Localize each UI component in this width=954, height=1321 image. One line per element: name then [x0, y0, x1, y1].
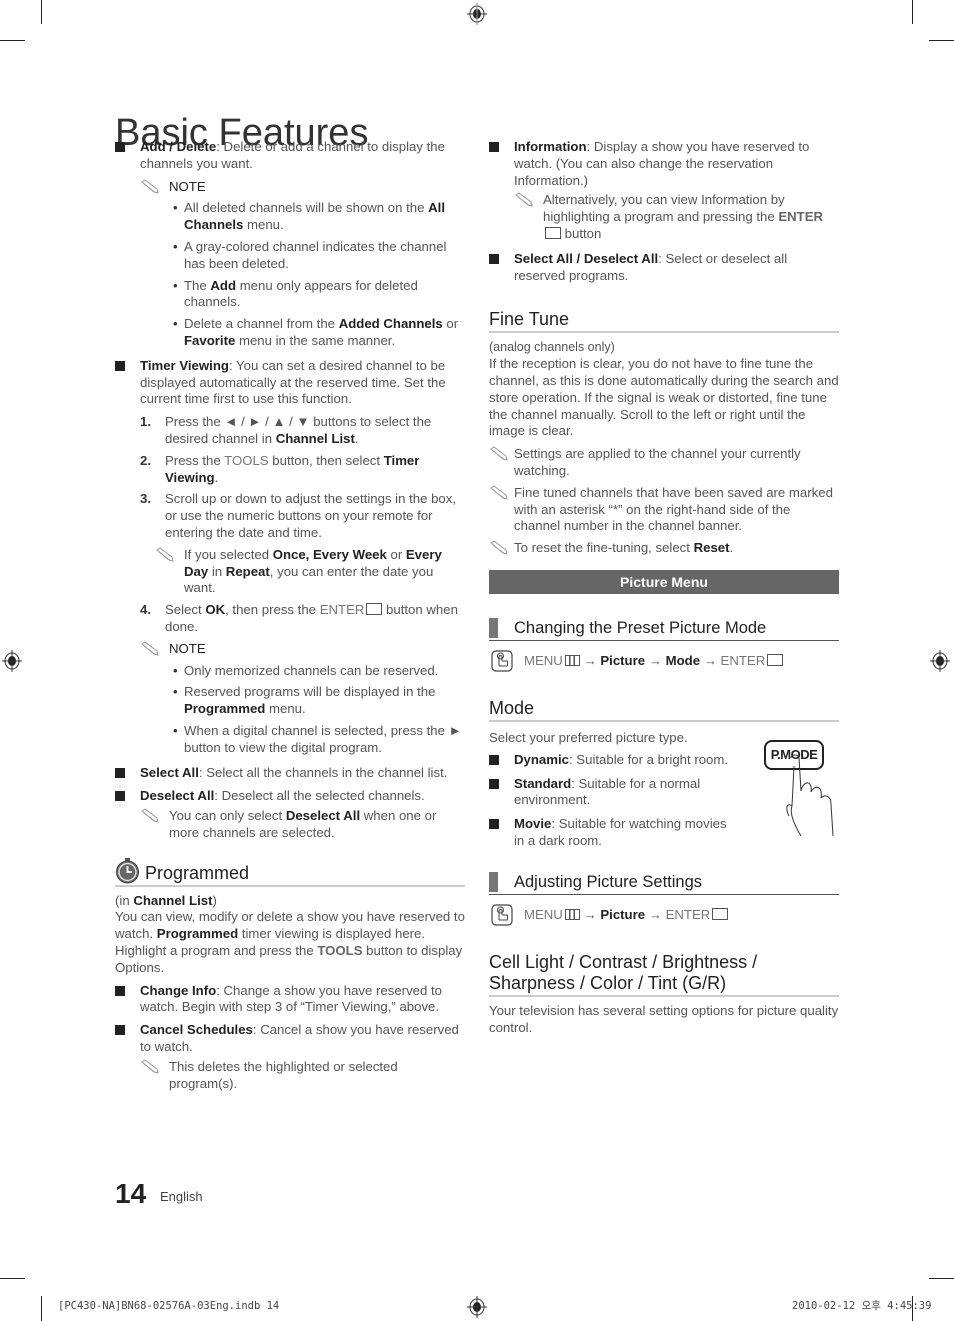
step-item: 2. Press the TOOLS button, then select Ti… — [140, 452, 420, 485]
deselect-all-item: Deselect All: Deselect all the selected … — [115, 788, 465, 805]
adjusting-picture-heading: Adjusting Picture Settings — [489, 871, 839, 895]
crop-mark — [912, 0, 913, 24]
enter-icon — [712, 907, 729, 920]
note-header: NOTE — [140, 179, 465, 196]
registration-mark-icon — [467, 1296, 487, 1318]
crop-mark — [41, 1296, 42, 1321]
fine-tune-note: Fine tuned channels that have been saved… — [489, 485, 839, 535]
pencil-note-icon — [141, 1059, 159, 1074]
mode-heading: Mode — [489, 697, 839, 722]
page-number: 14 — [115, 1178, 147, 1209]
fine-tune-note: Settings are applied to the channel your… — [489, 446, 839, 480]
note-bullet: • A gray-colored channel indicates the ch… — [173, 238, 447, 271]
crop-mark — [0, 1278, 25, 1279]
right-column: Information: Display a show you have res… — [489, 139, 839, 1036]
step-note: If you selected Once, Every Week or Ever… — [155, 547, 465, 597]
mode-item-standard: Standard: Suitable for a normal environm… — [489, 776, 729, 810]
registration-mark-icon — [2, 650, 22, 672]
pencil-note-icon — [490, 540, 508, 555]
pmode-button-illustration: P.MODE — [761, 736, 841, 841]
cancel-note: This deletes the highlighted or selected… — [140, 1059, 465, 1093]
cancel-schedules-item: Cancel Schedules: Cancel a show you have… — [115, 1022, 465, 1056]
cell-light-description: Your television has several setting opti… — [489, 1002, 839, 1035]
programmed-description: You can view, modify or delete a show yo… — [115, 909, 465, 975]
note-bullet: • Delete a channel from the Added Channel… — [173, 316, 459, 348]
note-bullet: • The Add menu only appears for deleted c… — [173, 277, 418, 310]
hand-press-icon — [491, 650, 513, 672]
finger-press-icon — [786, 754, 834, 837]
footer-file-info: [PC430-NA]BN68-02576A-03Eng.indb 14 — [58, 1300, 280, 1312]
left-column: Add / Delete: Delete or add a channel to… — [115, 139, 465, 1097]
programmed-heading: Programmed — [115, 857, 465, 887]
step-item: 3. Scroll up or down to adjust the settin… — [140, 491, 457, 540]
picture-menu-band: Picture Menu — [489, 569, 839, 594]
clock-icon — [116, 857, 139, 884]
pencil-note-icon — [141, 808, 159, 823]
information-note: Alternatively, you can view Information … — [514, 192, 839, 242]
pencil-note-icon — [156, 547, 174, 562]
note-bullet: • All deleted channels will be shown on t… — [173, 200, 445, 233]
deselect-note: You can only select Deselect All when on… — [140, 808, 465, 842]
pencil-note-icon — [141, 641, 159, 656]
crop-mark — [41, 0, 42, 24]
pencil-note-icon — [515, 192, 533, 208]
note-header: NOTE — [140, 641, 465, 658]
menu-icon — [564, 908, 580, 920]
preset-picture-mode-heading: Changing the Preset Picture Mode — [489, 617, 839, 641]
note-bullet: • Only memorized channels can be reserved… — [173, 662, 439, 678]
pencil-note-icon — [490, 485, 508, 500]
change-info-item: Change Info: Change a show you have rese… — [115, 983, 465, 1017]
cell-light-heading: Cell Light / Contrast / Brightness / Sha… — [489, 952, 839, 997]
fine-tune-note: To reset the fine-tuning, select Reset. — [489, 540, 839, 557]
enter-icon — [545, 226, 561, 239]
step-item: 1. Press the ◄ / ► / ▲ / ▼ buttons to sel… — [140, 414, 432, 446]
enter-icon — [366, 603, 383, 616]
page-language: English — [160, 1189, 203, 1204]
pencil-note-icon — [490, 446, 508, 461]
step-item: 4. Select OK, then press the ENTER button… — [140, 602, 458, 634]
crop-mark — [929, 1278, 954, 1279]
registration-mark-icon — [930, 650, 950, 672]
note-bullet: • When a digital channel is selected, pre… — [173, 722, 462, 755]
fine-tune-description: If the reception is clear, you do not ha… — [489, 356, 839, 439]
information-item: Information: Display a show you have res… — [489, 139, 839, 189]
timer-viewing-item: Timer Viewing: You can set a desired cha… — [115, 358, 465, 408]
mode-item-movie: Movie: Suitable for watching movies in a… — [489, 816, 729, 850]
pencil-note-icon — [141, 178, 159, 194]
crop-mark — [0, 40, 25, 41]
select-all-item: Select All: Select all the channels in t… — [115, 765, 465, 782]
fine-tune-context: (analog channels only) — [489, 340, 615, 355]
crop-mark — [929, 40, 954, 41]
menu-path: MENU → Picture → Mode → ENTER — [489, 650, 839, 672]
hand-press-icon — [491, 904, 513, 926]
add-delete-item: Add / Delete: Delete or add a channel to… — [115, 139, 465, 173]
programmed-context: (in Channel List) — [115, 892, 217, 908]
enter-icon — [767, 653, 784, 666]
note-bullet: • Reserved programs will be displayed in … — [173, 684, 436, 717]
mode-item-dynamic: Dynamic: Suitable for a bright room. — [489, 752, 729, 769]
footer-timestamp: 2010-02-12 오후 4:45:39 — [792, 1300, 932, 1312]
fine-tune-heading: Fine Tune — [489, 308, 839, 334]
registration-mark-icon — [467, 3, 487, 25]
menu-path: MENU → Picture → ENTER — [489, 904, 839, 926]
select-deselect-all-item: Select All / Deselect All: Select or des… — [489, 251, 839, 285]
menu-icon — [564, 654, 580, 666]
